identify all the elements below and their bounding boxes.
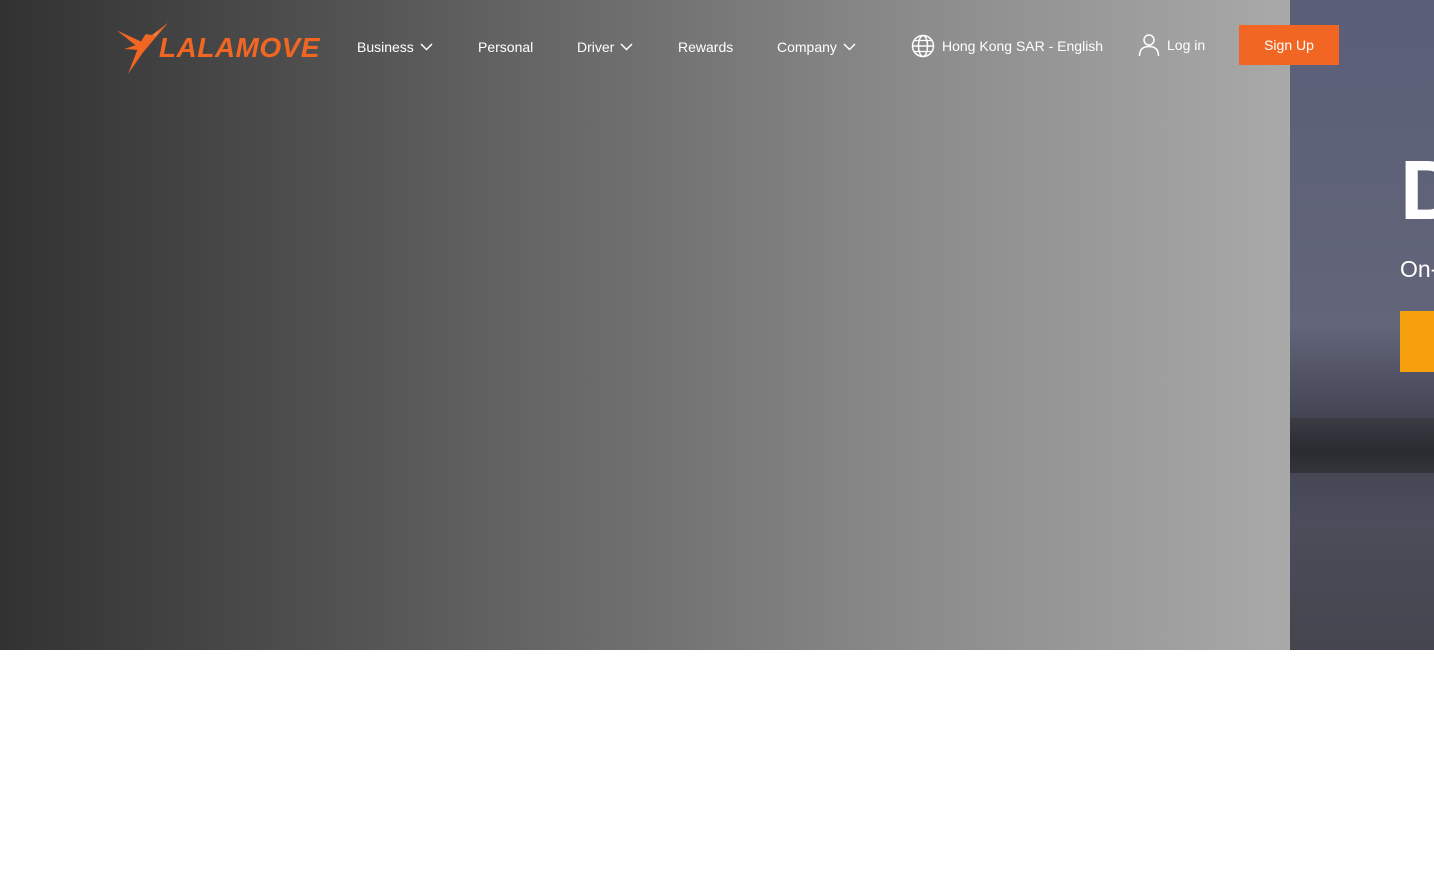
sign-up-button[interactable]: Sign Up	[1239, 25, 1339, 65]
nav-item-label: Driver	[577, 39, 615, 55]
chevron-down-icon	[420, 43, 433, 51]
nav-item-driver[interactable]: Driver	[577, 38, 633, 56]
login-link[interactable]: Log in	[1138, 33, 1205, 57]
hero-cta-button[interactable]: D	[1400, 311, 1434, 372]
nav-item-rewards[interactable]: Rewards	[678, 38, 733, 56]
nav-item-company[interactable]: Company	[777, 38, 856, 56]
hero-subtitle: On-	[1400, 256, 1434, 282]
hero-section: D On- D	[0, 0, 1434, 650]
hero-photo-shoreline	[1290, 418, 1434, 473]
hero-title: D	[1400, 143, 1434, 237]
chevron-down-icon	[620, 43, 633, 51]
brand-wordmark: LALAMOVE	[158, 32, 320, 63]
hero-gradient-overlay	[0, 0, 1290, 650]
nav-item-label: Personal	[478, 39, 534, 55]
nav-item-business[interactable]: Business	[357, 38, 433, 56]
locale-selector[interactable]: Hong Kong SAR - English	[911, 34, 1103, 58]
chevron-down-icon	[843, 43, 856, 51]
nav-item-label: Company	[777, 39, 837, 55]
nav-item-label: Business	[357, 39, 414, 55]
login-label: Log in	[1167, 37, 1206, 53]
locale-label: Hong Kong SAR - English	[942, 38, 1104, 54]
nav-item-label: Rewards	[678, 39, 734, 55]
globe-icon	[911, 34, 935, 58]
nav-item-personal[interactable]: Personal	[478, 38, 533, 56]
top-navbar: LALAMOVE Business Personal Driver Reward…	[0, 0, 1434, 90]
user-icon	[1138, 34, 1160, 57]
brand-logo[interactable]: LALAMOVE	[115, 18, 320, 78]
